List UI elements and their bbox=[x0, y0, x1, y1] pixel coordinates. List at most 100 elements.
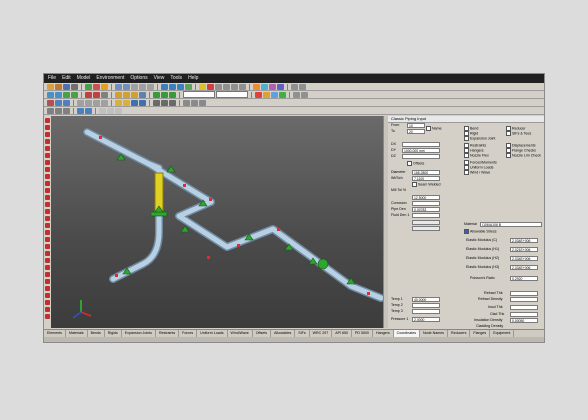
list-icon[interactable] bbox=[293, 91, 300, 98]
node-marker[interactable] bbox=[99, 136, 102, 139]
dz-field[interactable] bbox=[402, 154, 440, 159]
view-front-icon[interactable] bbox=[215, 83, 222, 90]
model-3d-viewport[interactable] bbox=[51, 116, 383, 328]
invert-icon[interactable] bbox=[93, 91, 100, 98]
left-tool-27-icon[interactable] bbox=[44, 300, 50, 305]
rotate-element-icon[interactable] bbox=[71, 91, 78, 98]
left-tool-20-icon[interactable] bbox=[44, 251, 50, 256]
insert-element-icon[interactable] bbox=[47, 91, 54, 98]
node-numbers-icon[interactable] bbox=[269, 83, 276, 90]
cut-icon[interactable] bbox=[131, 83, 138, 90]
view-iso-icon[interactable] bbox=[239, 83, 246, 90]
temp2-field[interactable] bbox=[412, 303, 440, 308]
option-checkbox[interactable] bbox=[506, 131, 511, 136]
left-tool-22-icon[interactable] bbox=[44, 265, 50, 270]
duplicate-icon[interactable] bbox=[63, 91, 70, 98]
left-tool-24-icon[interactable] bbox=[44, 279, 50, 284]
valve-icon[interactable] bbox=[123, 91, 130, 98]
zoom-icon[interactable] bbox=[161, 83, 168, 90]
elastic-modulus-field[interactable]: 2.034E+006 bbox=[510, 238, 538, 243]
anchor-icon[interactable] bbox=[47, 99, 54, 106]
node-marker[interactable] bbox=[183, 184, 186, 187]
left-tool-28-icon[interactable] bbox=[44, 307, 50, 312]
left-tool-12-icon[interactable] bbox=[44, 195, 50, 200]
error-check-icon[interactable] bbox=[93, 83, 100, 90]
tab-pd-5500[interactable]: PD 5500 bbox=[352, 330, 374, 337]
hanger-icon[interactable] bbox=[161, 91, 168, 98]
left-tool-16-icon[interactable] bbox=[44, 223, 50, 228]
insulation-density-field[interactable]: 0.00050 bbox=[510, 318, 538, 323]
pan-icon[interactable] bbox=[169, 83, 176, 90]
select-icon[interactable] bbox=[55, 107, 62, 114]
corrosion-field[interactable] bbox=[412, 201, 440, 206]
pipe-den-field[interactable]: 0.00783 bbox=[412, 207, 440, 212]
tab-rigids[interactable]: Rigids bbox=[105, 330, 122, 337]
wall-thickness-icon[interactable] bbox=[139, 99, 146, 106]
left-tool-10-icon[interactable] bbox=[44, 181, 50, 186]
hide-icon[interactable] bbox=[107, 107, 114, 114]
material-select[interactable]: (106)A106 B bbox=[480, 222, 542, 227]
restraint-icon[interactable] bbox=[153, 91, 160, 98]
save-icon[interactable] bbox=[63, 83, 70, 90]
show-forces-icon[interactable] bbox=[263, 91, 270, 98]
elastic-modulus-field[interactable]: 2.034E+006 bbox=[510, 265, 538, 270]
elastic-modulus-field[interactable]: 2.021E+006 bbox=[510, 247, 538, 252]
option-checkbox[interactable] bbox=[464, 153, 469, 158]
tab-wind-wave[interactable]: Wind/Wave bbox=[228, 330, 253, 337]
temp3-field[interactable] bbox=[412, 309, 440, 314]
left-tool-2-icon[interactable] bbox=[44, 125, 50, 130]
option-checkbox[interactable] bbox=[464, 170, 469, 175]
node-marker[interactable] bbox=[209, 198, 212, 201]
delete-element-icon[interactable] bbox=[55, 91, 62, 98]
left-tool-8-icon[interactable] bbox=[44, 167, 50, 172]
highlight-icon[interactable] bbox=[253, 83, 260, 90]
tab-wrc-297[interactable]: WRC 297 bbox=[310, 330, 333, 337]
elastic-modulus-field[interactable]: 2.034E+006 bbox=[510, 256, 538, 261]
left-tool-15-icon[interactable] bbox=[44, 216, 50, 221]
left-tool-4-icon[interactable] bbox=[44, 139, 50, 144]
left-tool-1-icon[interactable] bbox=[44, 118, 50, 123]
menu-item-options[interactable]: Options bbox=[130, 74, 147, 83]
hanger-marker[interactable] bbox=[317, 258, 329, 270]
tab-sifs[interactable]: SIFs bbox=[295, 330, 310, 337]
help-icon[interactable] bbox=[299, 83, 306, 90]
left-tool-17-icon[interactable] bbox=[44, 230, 50, 235]
left-tool-9-icon[interactable] bbox=[44, 174, 50, 179]
view-back-icon[interactable] bbox=[223, 83, 230, 90]
left-tool-23-icon[interactable] bbox=[44, 272, 50, 277]
centerline-icon[interactable] bbox=[101, 99, 108, 106]
renumber-icon[interactable] bbox=[101, 91, 108, 98]
group-icon[interactable] bbox=[199, 99, 206, 106]
insulation-icon[interactable] bbox=[161, 99, 168, 106]
redo-icon[interactable] bbox=[123, 83, 130, 90]
tab-flanges[interactable]: Flanges bbox=[470, 330, 491, 337]
poisson-field[interactable]: 0.2920 bbox=[510, 276, 538, 281]
tab-equipment[interactable]: Equipment bbox=[490, 330, 515, 337]
zoom-extents-icon[interactable] bbox=[185, 83, 192, 90]
window-select-icon[interactable] bbox=[63, 107, 70, 114]
refract-density-field[interactable] bbox=[510, 297, 538, 302]
range-icon[interactable] bbox=[261, 83, 268, 90]
dy-field[interactable]: 1000.000 mm bbox=[402, 148, 440, 153]
find-icon[interactable] bbox=[191, 99, 198, 106]
menu-item-view[interactable]: View bbox=[154, 74, 165, 83]
temp1-field[interactable]: 40.0000 bbox=[412, 297, 440, 302]
tab-uniform-loads[interactable]: Uniform Loads bbox=[197, 330, 228, 337]
option-checkbox[interactable] bbox=[506, 153, 511, 158]
dx-field[interactable] bbox=[402, 142, 440, 147]
left-tool-29-icon[interactable] bbox=[44, 314, 50, 319]
nozzle-icon[interactable] bbox=[169, 91, 176, 98]
tab-forces[interactable]: Forces bbox=[179, 330, 198, 337]
restraint-marker[interactable] bbox=[180, 225, 190, 233]
menu-item-edit[interactable]: Edit bbox=[62, 74, 71, 83]
node-marker[interactable] bbox=[277, 228, 280, 231]
menu-item-tools[interactable]: Tools bbox=[170, 74, 182, 83]
diameter-field[interactable]: 168.2800 bbox=[412, 170, 440, 175]
left-tool-25-icon[interactable] bbox=[44, 286, 50, 291]
tab-materials[interactable]: Materials bbox=[66, 330, 88, 337]
flange-icon[interactable] bbox=[131, 91, 138, 98]
view-combo[interactable] bbox=[183, 91, 215, 98]
tab-reducers[interactable]: Reducers bbox=[448, 330, 471, 337]
allowable-stress-checkbox[interactable] bbox=[464, 229, 469, 234]
clad-thk-field[interactable] bbox=[510, 312, 538, 317]
